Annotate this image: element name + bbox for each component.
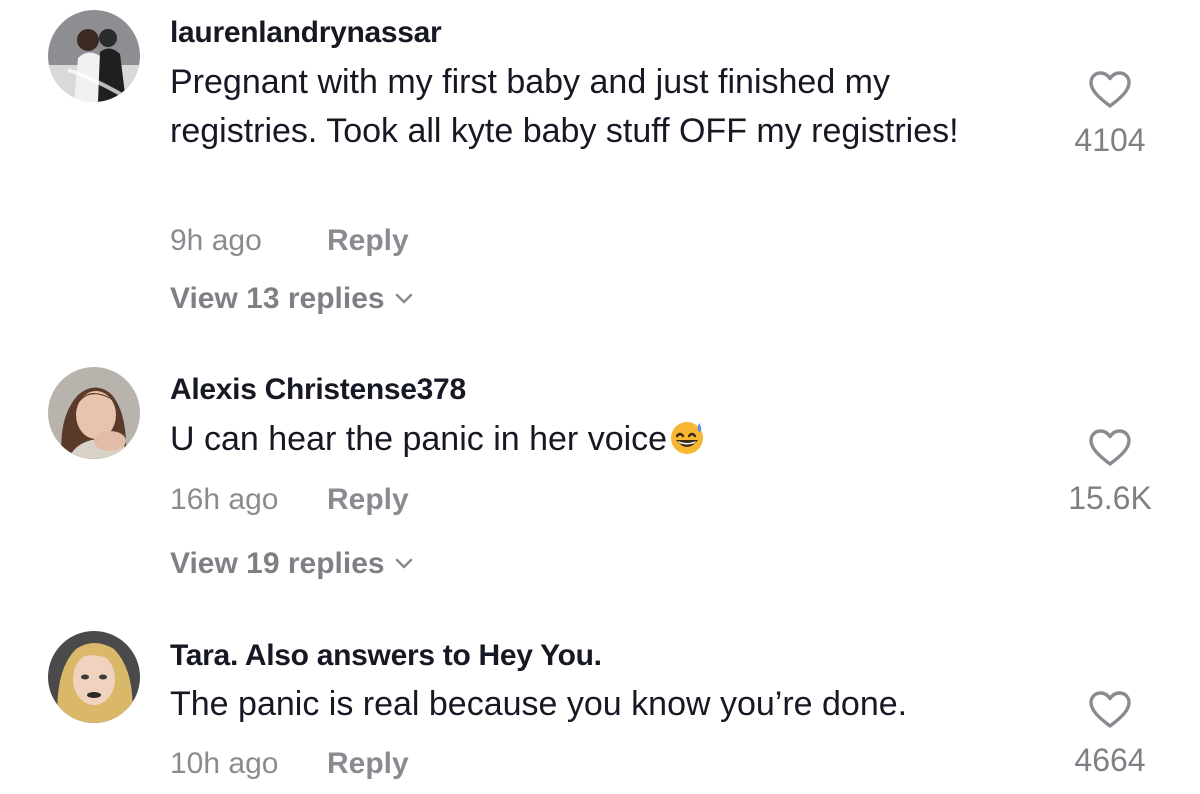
- like-count: 4104: [1074, 122, 1146, 158]
- avatar[interactable]: [48, 10, 140, 102]
- comment-username[interactable]: laurenlandrynassar: [170, 16, 442, 50]
- reply-button[interactable]: Reply: [327, 224, 409, 258]
- heart-outline-icon: [1089, 691, 1131, 728]
- avatar[interactable]: [48, 367, 140, 459]
- comment-time: 10h ago: [170, 747, 279, 780]
- reply-button[interactable]: Reply: [327, 747, 409, 781]
- like-button[interactable]: 15.6K: [1050, 428, 1170, 517]
- comment-text: U can hear the panic in her voice: [170, 415, 1030, 464]
- reply-button[interactable]: Reply: [327, 483, 409, 517]
- comment-text-body: U can hear the panic in her voice: [170, 420, 668, 458]
- comment-text: Pregnant with my first baby and just fin…: [170, 63, 959, 150]
- avatar-photo: [48, 10, 140, 102]
- view-replies-button[interactable]: View 13 replies: [170, 282, 413, 316]
- heart-outline-icon: [1089, 71, 1131, 108]
- like-count: 4664: [1074, 742, 1146, 778]
- heart-outline-icon: [1089, 429, 1131, 466]
- comment-meta: 9h ago Reply: [170, 224, 409, 258]
- comment-username[interactable]: Alexis Christense378: [170, 373, 466, 407]
- comment-text: The panic is real because you know you’r…: [170, 685, 908, 723]
- like-button[interactable]: 4104: [1050, 70, 1170, 159]
- comment-time: 16h ago: [170, 483, 279, 516]
- comment-meta: 10h ago Reply: [170, 747, 409, 781]
- avatar-photo: [48, 367, 140, 459]
- chevron-down-icon: [395, 558, 412, 569]
- chevron-down-icon: [395, 293, 412, 304]
- grinning-sweat-emoji: [671, 422, 704, 454]
- like-count: 15.6K: [1068, 480, 1152, 516]
- avatar[interactable]: [48, 631, 140, 723]
- view-replies-button[interactable]: View 19 replies: [170, 547, 413, 581]
- comment-time: 9h ago: [170, 224, 262, 257]
- view-replies-label: View 13 replies: [170, 282, 385, 315]
- comment-meta: 16h ago Reply: [170, 483, 409, 517]
- like-button[interactable]: 4664: [1050, 690, 1170, 779]
- comment-username[interactable]: Tara. Also answers to Hey You.: [170, 639, 602, 673]
- avatar-photo: [48, 631, 140, 723]
- view-replies-label: View 19 replies: [170, 547, 385, 580]
